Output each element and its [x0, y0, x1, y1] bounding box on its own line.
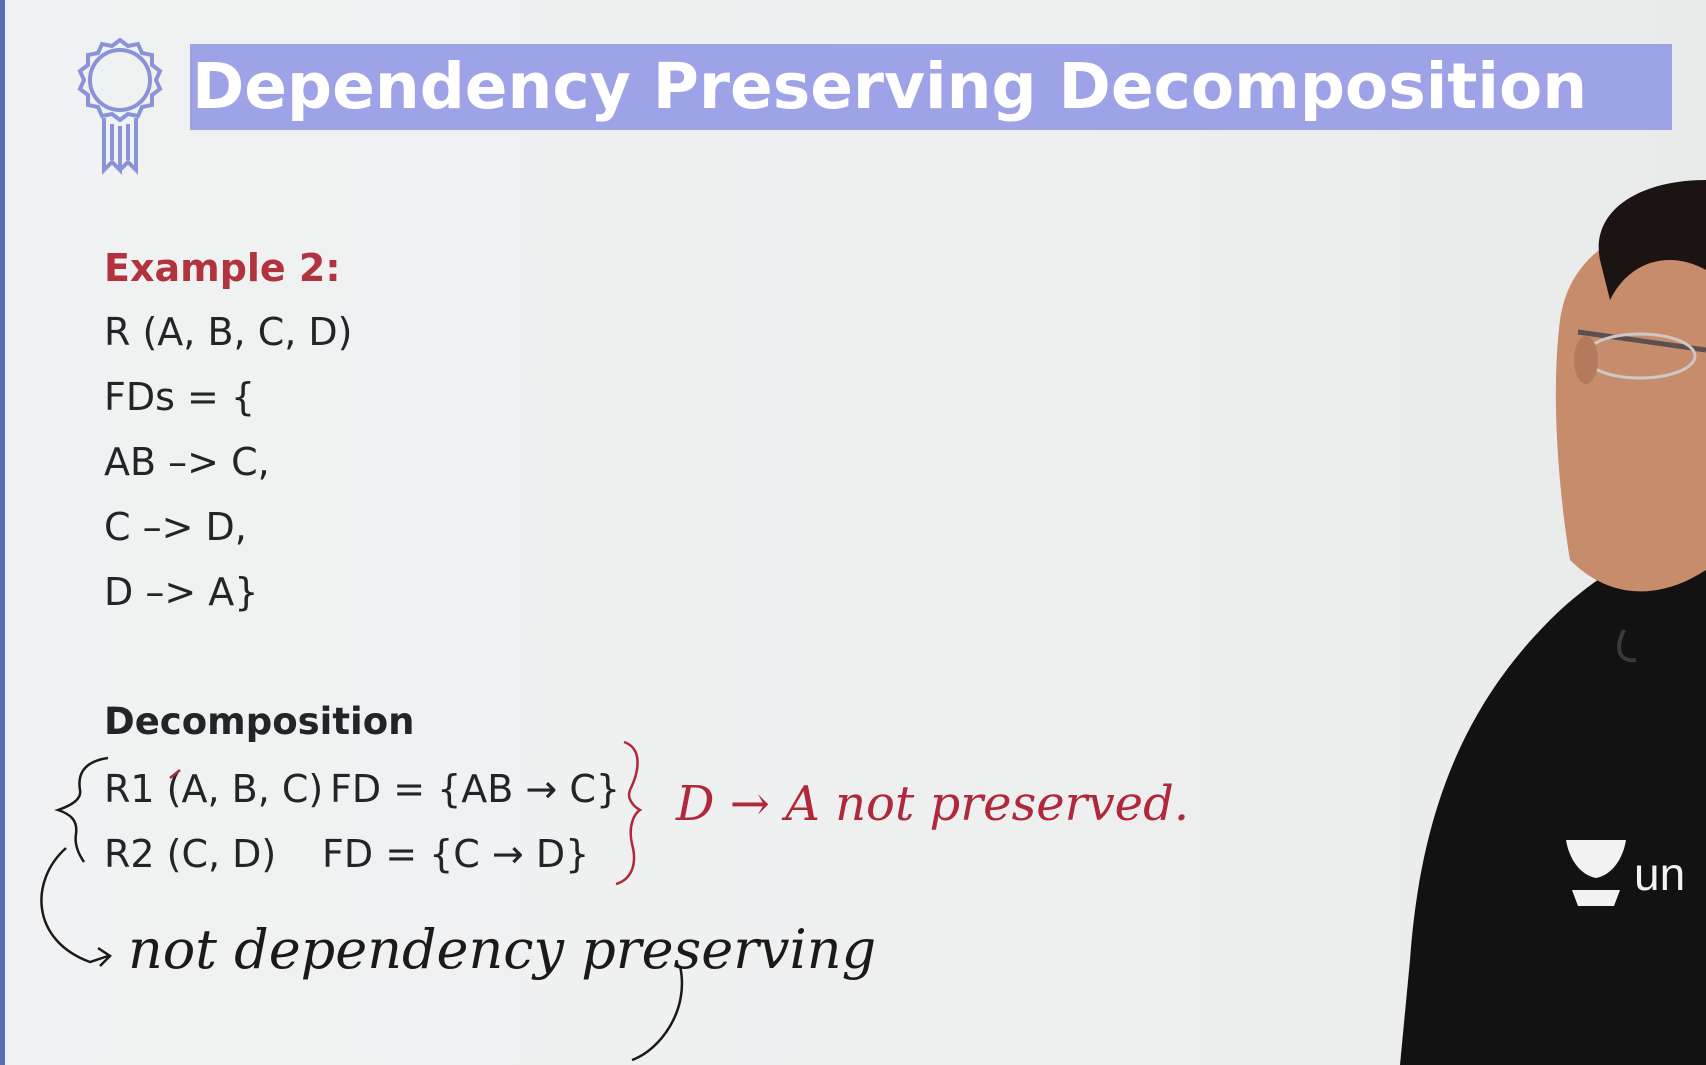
decomposition-label: Decomposition — [104, 700, 415, 743]
decomposition-r2-relation: R2 (C, D) — [104, 832, 277, 876]
presenter-video: un — [1400, 180, 1706, 1065]
example-label: Example 2: — [104, 246, 341, 290]
fd-line-2: C –> D, — [104, 505, 247, 549]
decomposition-r2-fd: FD = {C → D} — [322, 832, 590, 876]
award-badge-icon — [77, 37, 163, 175]
decomposition-r1-fd: FD = {AB → C} — [330, 767, 621, 811]
slide-edge — [0, 0, 5, 1065]
decomposition-r1-relation: R1 (A, B, C) — [104, 767, 324, 811]
fd-line-1: AB –> C, — [104, 440, 270, 484]
fd-line-3: D –> A} — [104, 570, 259, 614]
fds-open: FDs = { — [104, 375, 256, 419]
relation-schema: R (A, B, C, D) — [104, 310, 353, 354]
slide-title: Dependency Preserving Decomposition — [192, 50, 1588, 123]
svg-text:un: un — [1634, 848, 1685, 900]
